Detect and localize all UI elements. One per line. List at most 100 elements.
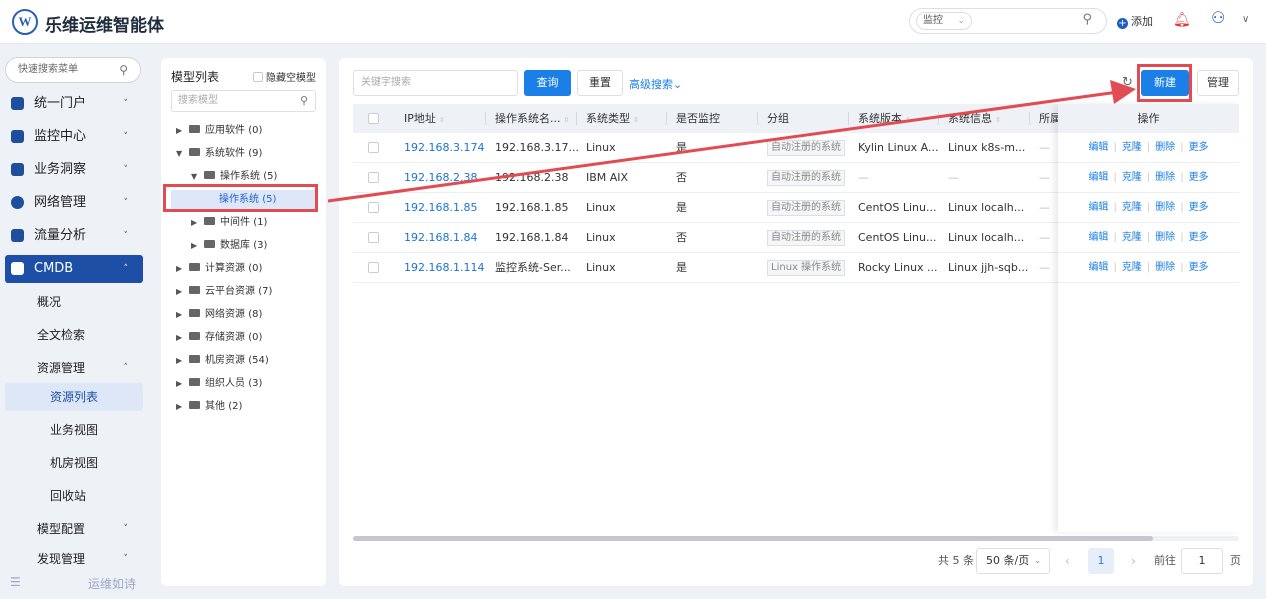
edit-link[interactable]: 编辑: [1088, 262, 1108, 273]
more-link[interactable]: 更多: [1189, 142, 1209, 153]
tree-node-room[interactable]: ▶ 机房资源 (54): [176, 351, 269, 371]
row-checkbox[interactable]: [368, 223, 379, 253]
sidebar-item-overview[interactable]: 概况: [5, 288, 143, 316]
delete-link[interactable]: 删除: [1155, 202, 1175, 213]
clone-link[interactable]: 克隆: [1122, 172, 1142, 183]
info-cell: Linux k8s-m...: [948, 141, 1026, 154]
column-header[interactable]: IP地址 ⇳: [404, 104, 445, 133]
more-link[interactable]: 更多: [1189, 172, 1209, 183]
sidebar-item-model-config[interactable]: 模型配置 ˅: [5, 515, 143, 543]
app-title: 乐维运维智能体: [45, 16, 164, 36]
actions-column: 操作 编辑 | 克隆 | 删除 | 更多 编辑 | 克隆 | 删除 | 更多 编辑 | 克隆 | 删除 | 更多 编…: [1058, 104, 1239, 532]
edit-link[interactable]: 编辑: [1088, 172, 1108, 183]
row-checkbox[interactable]: [368, 133, 379, 163]
sidebar-item-traffic[interactable]: 流量分析 ˅: [5, 222, 143, 250]
tree-node-sys-software[interactable]: ▼ 系统软件 (9): [176, 144, 262, 164]
tree-node-middleware[interactable]: ▶ 中间件 (1): [191, 213, 267, 233]
tree-node-cloud[interactable]: ▶ 云平台资源 (7): [176, 282, 272, 302]
sidebar-item-resource-mgmt[interactable]: 资源管理 ˄: [5, 354, 143, 382]
sidebar-item-portal[interactable]: 统一门户 ˅: [5, 90, 143, 118]
delete-link[interactable]: 删除: [1155, 232, 1175, 243]
new-button-highlight: [1137, 64, 1192, 102]
menu-search-input[interactable]: 快速搜索菜单 ⚲: [5, 57, 141, 83]
folder-icon: [204, 171, 215, 179]
collapse-menu-icon[interactable]: ☰: [10, 575, 21, 589]
sidebar-item-discovery[interactable]: 发现管理 ˅: [5, 545, 143, 573]
tree-node-network[interactable]: ▶ 网络资源 (8): [176, 305, 262, 325]
clone-link[interactable]: 克隆: [1122, 232, 1142, 243]
goto-page-input[interactable]: 1: [1181, 548, 1223, 574]
ip-link[interactable]: 192.168.1.114: [404, 253, 484, 283]
add-button[interactable]: + 添加: [1117, 13, 1153, 29]
ip-link[interactable]: 192.168.1.85: [404, 193, 477, 223]
bell-icon[interactable]: 🔔︎: [1173, 12, 1191, 28]
column-header[interactable]: 操作系统名... ⇳: [495, 104, 575, 133]
tree-node-storage[interactable]: ▶ 存储资源 (0): [176, 328, 262, 348]
delete-link[interactable]: 删除: [1155, 142, 1175, 153]
refresh-icon[interactable]: ↻: [1122, 75, 1133, 90]
sys-type-cell: Linux: [586, 141, 616, 154]
edit-link[interactable]: 编辑: [1088, 202, 1108, 213]
ip-link[interactable]: 192.168.2.38: [404, 163, 477, 193]
scrollbar-thumb[interactable]: [353, 536, 1153, 541]
keyword-search-input[interactable]: 关键字搜索: [353, 70, 518, 96]
sidebar-item-business[interactable]: 业务洞察 ˅: [5, 156, 143, 184]
sidebar-item-monitor[interactable]: 监控中心 ˅: [5, 123, 143, 151]
row-checkbox[interactable]: [368, 163, 379, 193]
tree-node-app-software[interactable]: ▶ 应用软件 (0): [176, 121, 262, 141]
sidebar-item-recycle[interactable]: 回收站: [5, 482, 143, 510]
more-link[interactable]: 更多: [1189, 232, 1209, 243]
folder-icon: [189, 125, 200, 133]
global-search[interactable]: 监控 ⌄ ⚲: [909, 8, 1107, 34]
row-checkbox[interactable]: [368, 253, 379, 283]
edit-link[interactable]: 编辑: [1088, 232, 1108, 243]
row-checkbox[interactable]: [368, 193, 379, 223]
ip-link[interactable]: 192.168.1.84: [404, 223, 477, 253]
more-link[interactable]: 更多: [1189, 262, 1209, 273]
column-header[interactable]: 系统版本 ⇳: [858, 104, 911, 133]
more-link[interactable]: 更多: [1189, 202, 1209, 213]
page-size-select[interactable]: 50 条/页 ⌄: [976, 548, 1050, 574]
column-header[interactable]: 分组: [767, 104, 789, 133]
tree-node-database[interactable]: ▶ 数据库 (3): [191, 236, 267, 256]
sidebar-item-fulltext[interactable]: 全文检索: [5, 321, 143, 349]
search-scope-select[interactable]: 监控 ⌄: [916, 12, 972, 30]
search-icon[interactable]: ⚲: [1082, 12, 1092, 27]
select-all-checkbox[interactable]: [368, 104, 379, 133]
sidebar-item-network[interactable]: 网络管理 ˅: [5, 189, 143, 217]
sidebar-item-cmdb[interactable]: CMDB ˄: [5, 255, 143, 283]
advanced-search-link[interactable]: 高级搜索⌄: [629, 76, 682, 92]
delete-link[interactable]: 删除: [1155, 172, 1175, 183]
current-page[interactable]: 1: [1088, 548, 1114, 574]
model-search-input[interactable]: 搜索模型 ⚲: [171, 90, 316, 112]
ip-link[interactable]: 192.168.3.174: [404, 133, 484, 163]
os-name-cell: 监控系统-Ser...: [495, 261, 571, 274]
sidebar-item-business-view[interactable]: 业务视图: [5, 416, 143, 444]
prev-page-icon[interactable]: ‹: [1065, 548, 1070, 574]
user-icon[interactable]: ⚇: [1211, 8, 1225, 27]
tree-node-compute[interactable]: ▶ 计算资源 (0): [176, 259, 262, 279]
chevron-down-icon: ˅: [123, 198, 129, 208]
sidebar-item-resource-list[interactable]: 资源列表: [5, 383, 143, 411]
horizontal-scrollbar[interactable]: [353, 536, 1239, 541]
sidebar-item-room-view[interactable]: 机房视图: [5, 449, 143, 477]
column-header[interactable]: 系统类型 ⇳: [586, 104, 639, 133]
query-button[interactable]: 查询: [524, 70, 571, 96]
caret-right-icon: ▶: [176, 356, 183, 365]
clone-link[interactable]: 克隆: [1122, 202, 1142, 213]
column-header[interactable]: 系统信息 ⇳: [948, 104, 1001, 133]
tree-node-org[interactable]: ▶ 组织人员 (3): [176, 374, 262, 394]
reset-button[interactable]: 重置: [577, 70, 623, 96]
delete-link[interactable]: 删除: [1155, 262, 1175, 273]
edit-link[interactable]: 编辑: [1088, 142, 1108, 153]
owner-cell: —: [1039, 261, 1050, 274]
next-page-icon[interactable]: ›: [1131, 548, 1136, 574]
tree-node-other[interactable]: ▶ 其他 (2): [176, 397, 242, 417]
clone-link[interactable]: 克隆: [1122, 262, 1142, 273]
chevron-down-icon[interactable]: ∨: [1242, 14, 1249, 25]
folder-icon: [204, 217, 215, 225]
manage-button[interactable]: 管理: [1197, 70, 1239, 96]
column-header[interactable]: 是否监控: [676, 104, 720, 133]
hide-empty-checkbox[interactable]: 隐藏空模型: [253, 69, 316, 84]
clone-link[interactable]: 克隆: [1122, 142, 1142, 153]
